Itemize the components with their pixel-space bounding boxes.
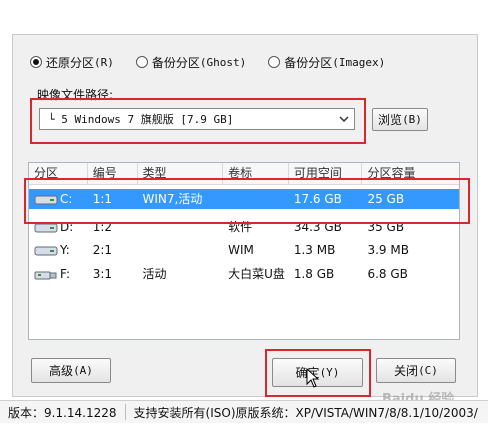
image-path-select[interactable]: └ 5 Windows 7 旗舰版 [7.9 GB] bbox=[39, 108, 355, 130]
ok-key: (Y) bbox=[319, 366, 340, 379]
capacity: 35 GB bbox=[367, 220, 405, 234]
image-path-value: └ 5 Windows 7 旗舰版 [7.9 GB] bbox=[48, 113, 234, 126]
backup-ghost-label: 备份分区 bbox=[151, 55, 200, 70]
free-space: 1.3 MB bbox=[293, 243, 336, 257]
restore-key: (R) bbox=[94, 55, 114, 69]
advanced-button[interactable]: 高级 (A) bbox=[31, 358, 111, 383]
radio-checked-icon bbox=[30, 56, 42, 68]
drive-letter: F: bbox=[60, 267, 71, 281]
advanced-key: (A) bbox=[73, 364, 93, 377]
volume-label bbox=[223, 189, 289, 209]
close-label: 关闭 bbox=[394, 364, 419, 378]
browse-key: (B) bbox=[402, 113, 422, 126]
partition-type: WIN7,活动 bbox=[142, 192, 203, 206]
volume-label: 大白菜U盘 bbox=[228, 267, 285, 281]
drive-letter: Y: bbox=[60, 243, 70, 257]
support-text: 支持安装所有(ISO)原版系统：XP/VISTA/WIN7/8/8.1/10/2… bbox=[133, 405, 478, 420]
partition-type: 活动 bbox=[142, 267, 167, 281]
version-text: 版本：9.1.14.1228 bbox=[8, 405, 117, 420]
capacity: 3.9 MB bbox=[367, 243, 409, 257]
backup-ghost-key: (Ghost) bbox=[199, 55, 247, 69]
backup-imagex-key: (Imagex) bbox=[332, 55, 386, 69]
browse-button[interactable]: 浏览 (B) bbox=[372, 108, 428, 131]
backup-imagex-radio[interactable]: 备份分区 (Imagex) bbox=[268, 54, 385, 71]
partition-type bbox=[138, 217, 224, 237]
hard-drive-icon bbox=[34, 223, 58, 232]
col-header-capacity[interactable]: 分区容量 bbox=[362, 163, 459, 184]
table-row[interactable]: F: 3:1 活动 大白菜U盘 1.8 GB 6.8 GB bbox=[29, 264, 459, 284]
col-header-label[interactable]: 卷标 bbox=[223, 163, 289, 184]
drive-letter: C: bbox=[60, 192, 73, 206]
partition-number: 1:1 bbox=[92, 192, 113, 206]
hard-drive-icon bbox=[34, 195, 58, 204]
mouse-pointer-icon bbox=[306, 368, 320, 388]
col-header-number[interactable]: 编号 bbox=[88, 163, 138, 184]
partition-table: 分区 编号 类型 卷标 可用空间 分区容量 C: 1:1 WIN7,活动 17.… bbox=[28, 162, 460, 340]
free-space: 17.6 GB bbox=[293, 192, 342, 206]
free-space: 34.3 GB bbox=[293, 220, 342, 234]
free-space: 1.8 GB bbox=[293, 267, 335, 281]
advanced-label: 高级 bbox=[49, 364, 74, 378]
partition-type bbox=[138, 240, 224, 260]
volume-label: WIM bbox=[228, 243, 254, 257]
table-row[interactable]: Y: 2:1 WIM 1.3 MB 3.9 MB bbox=[29, 240, 459, 260]
radio-unchecked-icon bbox=[268, 56, 281, 68]
col-header-free-space[interactable]: 可用空间 bbox=[289, 163, 363, 184]
partition-number: 1:2 bbox=[92, 220, 113, 234]
status-bar: 版本：9.1.14.1228 支持安装所有(ISO)原版系统：XP/VISTA/… bbox=[0, 400, 488, 423]
col-header-partition[interactable]: 分区 bbox=[29, 163, 88, 184]
partition-number: 2:1 bbox=[92, 243, 113, 257]
partition-number: 3:1 bbox=[92, 267, 113, 281]
operation-options: 还原分区 (R) 备份分区 (Ghost) 备份分区 (Imagex) bbox=[30, 53, 407, 71]
table-row[interactable]: D: 1:2 软件 34.3 GB 35 GB bbox=[29, 217, 459, 237]
table-row[interactable]: C: 1:1 WIN7,活动 17.6 GB 25 GB bbox=[29, 189, 459, 209]
image-path-label: 映像文件路径: bbox=[37, 88, 114, 102]
usb-drive-icon bbox=[34, 271, 57, 279]
volume-label: 软件 bbox=[228, 220, 253, 234]
backup-imagex-label: 备份分区 bbox=[284, 55, 333, 70]
table-header: 分区 编号 类型 卷标 可用空间 分区容量 bbox=[29, 163, 459, 185]
close-key: (C) bbox=[418, 364, 438, 377]
backup-ghost-radio[interactable]: 备份分区 (Ghost) bbox=[135, 54, 247, 71]
restore-label: 还原分区 bbox=[46, 55, 95, 70]
capacity: 25 GB bbox=[367, 192, 405, 206]
restore-partition-radio[interactable]: 还原分区 (R) bbox=[30, 54, 114, 71]
browse-label: 浏览 bbox=[378, 113, 403, 127]
col-header-type[interactable]: 类型 bbox=[138, 163, 224, 184]
chevron-down-icon bbox=[339, 116, 349, 123]
radio-unchecked-icon bbox=[135, 56, 148, 68]
capacity: 6.8 GB bbox=[367, 267, 408, 281]
close-button[interactable]: 关闭 (C) bbox=[376, 358, 456, 383]
drive-letter: D: bbox=[60, 220, 74, 234]
hard-drive-icon bbox=[34, 246, 58, 255]
